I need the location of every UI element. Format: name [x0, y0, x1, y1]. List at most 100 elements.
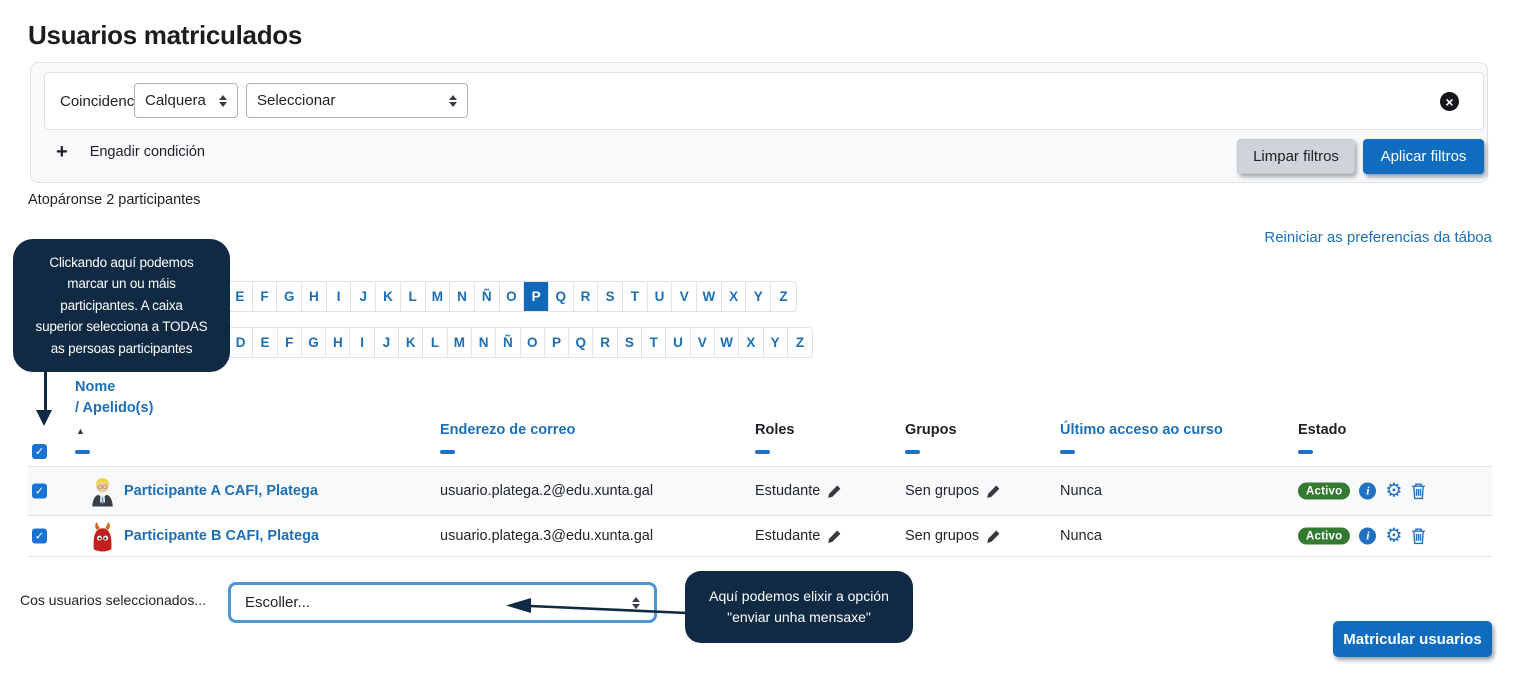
letter-filter-M[interactable]: M — [426, 282, 451, 311]
enrol-users-button[interactable]: Matricular usuarios — [1333, 621, 1492, 657]
letter-filter-R[interactable]: R — [593, 328, 617, 357]
letter-filter-E[interactable]: E — [253, 328, 277, 357]
add-condition-label: Engadir condición — [90, 144, 205, 160]
participant-row: ✓Participante B CAFI, Plategausuario.pla… — [28, 516, 1492, 557]
row-select-checkbox[interactable]: ✓ — [32, 484, 47, 499]
letter-filter-T[interactable]: T — [642, 328, 666, 357]
letter-filter-Q[interactable]: Q — [549, 282, 574, 311]
enrolment-info-icon[interactable]: i — [1359, 528, 1376, 545]
letter-filter-Ñ[interactable]: Ñ — [496, 328, 520, 357]
participant-row: ✓ Participante A CAFI, Platega usuario.pla… — [28, 467, 1492, 516]
letter-filter-I[interactable]: I — [350, 328, 374, 357]
gear-icon[interactable]: ⚙ — [1385, 483, 1402, 500]
apply-filters-button[interactable]: Aplicar filtros — [1363, 139, 1484, 174]
letter-filter-V[interactable]: V — [672, 282, 697, 311]
letter-filter-X[interactable]: X — [739, 328, 763, 357]
letter-filter-K[interactable]: K — [376, 282, 401, 311]
letter-filter-U[interactable]: U — [648, 282, 673, 311]
column-header-email[interactable]: Enderezo de correo — [440, 422, 575, 438]
letter-filter-S[interactable]: S — [598, 282, 623, 311]
filter-type-select[interactable]: Seleccionar — [246, 83, 468, 118]
letter-filter-L[interactable]: L — [401, 282, 426, 311]
select-all-checkbox[interactable]: ✓ — [32, 444, 47, 459]
status-active-badge: Activo — [1298, 483, 1350, 500]
letter-filter-J[interactable]: J — [351, 282, 376, 311]
participant-last-access: Nunca — [1060, 528, 1102, 544]
letter-filter-Y[interactable]: Y — [764, 328, 788, 357]
letter-filter-O[interactable]: O — [500, 282, 525, 311]
letter-filter-H[interactable]: H — [326, 328, 350, 357]
surname-letter-filter: DEFGHIJKLMNÑOPQRSTUVWXYZ — [228, 327, 813, 358]
letter-filter-N[interactable]: N — [472, 328, 496, 357]
bulk-actions-select-value: Escoller... — [245, 594, 310, 611]
column-header-groups: Grupos — [905, 422, 957, 438]
letter-filter-Z[interactable]: Z — [788, 328, 812, 357]
letter-filter-N[interactable]: N — [450, 282, 475, 311]
filter-row: Coincidencia Calquera Seleccionar × — [44, 72, 1484, 130]
edit-groups-pencil-icon[interactable] — [986, 529, 1001, 544]
red-devil-avatar — [89, 521, 116, 552]
page-title: Usuarios matriculados — [28, 20, 302, 51]
participant-email: usuario.platega.2@edu.xunta.gal — [440, 483, 653, 499]
letter-filter-P[interactable]: P — [545, 328, 569, 357]
hide-column-email-icon[interactable] — [440, 450, 455, 454]
letter-filter-W[interactable]: W — [697, 282, 722, 311]
participant-name-link[interactable]: Participante B CAFI, Platega — [124, 528, 319, 544]
letter-filter-D[interactable]: D — [229, 328, 253, 357]
match-select[interactable]: Calquera — [134, 83, 238, 118]
edit-groups-pencil-icon[interactable] — [986, 484, 1001, 499]
edit-roles-pencil-icon[interactable] — [827, 529, 842, 544]
participant-status-cell: Activoi ⚙ — [1298, 483, 1426, 500]
row-select-checkbox[interactable]: ✓ — [32, 529, 47, 544]
letter-filter-K[interactable]: K — [399, 328, 423, 357]
letter-filter-F[interactable]: F — [253, 282, 278, 311]
column-header-status: Estado — [1298, 422, 1346, 438]
filter-region: Coincidencia Calquera Seleccionar × + En… — [30, 62, 1488, 183]
hide-column-roles-icon[interactable] — [755, 450, 770, 454]
participant-status-cell: Activoi⚙ — [1298, 528, 1426, 545]
edit-roles-pencil-icon[interactable] — [827, 484, 842, 499]
letter-filter-L[interactable]: L — [423, 328, 447, 357]
letter-filter-Y[interactable]: Y — [746, 282, 771, 311]
sort-by-name-link[interactable]: Nome — [75, 377, 153, 398]
letter-filter-G[interactable]: G — [302, 328, 326, 357]
letter-filter-X[interactable]: X — [722, 282, 747, 311]
participant-name-link[interactable]: Participante A CAFI, Platega — [124, 483, 318, 499]
letter-filter-E[interactable]: E — [228, 282, 253, 311]
hide-column-last-access-icon[interactable] — [1060, 450, 1075, 454]
letter-filter-V[interactable]: V — [691, 328, 715, 357]
letter-filter-T[interactable]: T — [623, 282, 648, 311]
letter-filter-I[interactable]: I — [327, 282, 352, 311]
remove-filter-icon[interactable]: × — [1440, 92, 1459, 111]
blonde-person-avatar — [89, 476, 116, 507]
gear-icon[interactable]: ⚙ — [1385, 528, 1402, 545]
annotation-arrow-line — [44, 371, 47, 411]
sort-by-surname-link[interactable]: / Apelido(s) — [75, 398, 153, 419]
letter-filter-Q[interactable]: Q — [569, 328, 593, 357]
enrolment-info-icon[interactable]: i — [1359, 483, 1376, 500]
letter-filter-Ñ[interactable]: Ñ — [475, 282, 500, 311]
letter-filter-W[interactable]: W — [715, 328, 739, 357]
hide-column-status-icon[interactable] — [1298, 450, 1313, 454]
trash-icon[interactable] — [1411, 528, 1426, 545]
letter-filter-R[interactable]: R — [574, 282, 599, 311]
letter-filter-P[interactable]: P — [524, 282, 549, 311]
letter-filter-S[interactable]: S — [618, 328, 642, 357]
letter-filter-G[interactable]: G — [277, 282, 302, 311]
reset-table-preferences-link[interactable]: Reiniciar as preferencias da táboa — [1264, 229, 1492, 246]
clear-filters-button[interactable]: Limpar filtros — [1237, 139, 1355, 174]
add-condition-link[interactable]: + Engadir condición — [56, 142, 205, 162]
letter-filter-J[interactable]: J — [375, 328, 399, 357]
hide-column-groups-icon[interactable] — [905, 450, 920, 454]
hide-column-name-icon[interactable] — [75, 450, 90, 454]
letter-filter-F[interactable]: F — [278, 328, 302, 357]
letter-filter-U[interactable]: U — [666, 328, 690, 357]
letter-filter-O[interactable]: O — [521, 328, 545, 357]
letter-filter-M[interactable]: M — [448, 328, 472, 357]
trash-icon[interactable] — [1411, 483, 1426, 500]
letter-filter-Z[interactable]: Z — [771, 282, 796, 311]
select-arrows-icon — [219, 95, 227, 107]
letter-filter-H[interactable]: H — [302, 282, 327, 311]
column-header-last-access[interactable]: Último acceso ao curso — [1060, 422, 1223, 438]
results-count: Atopáronse 2 participantes — [28, 192, 201, 208]
